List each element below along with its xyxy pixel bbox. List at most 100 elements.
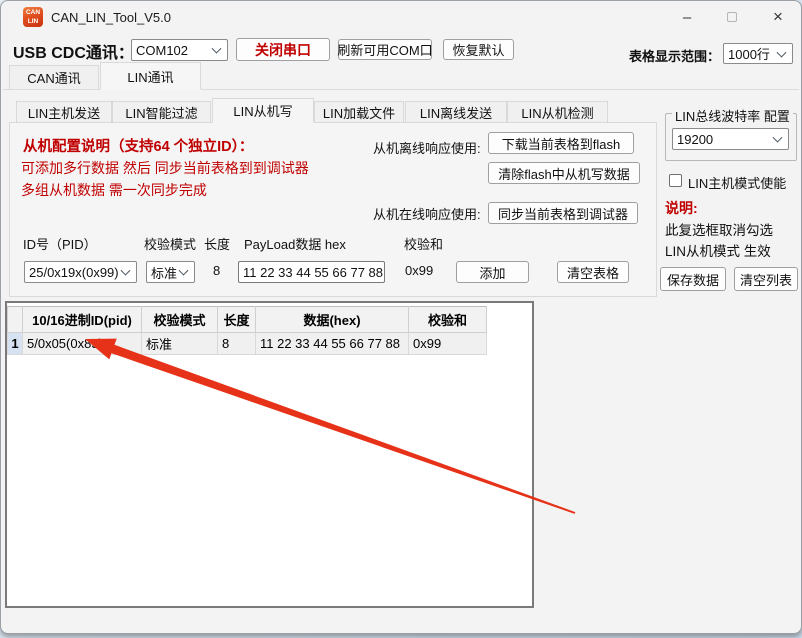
payload-value: 11 22 33 44 55 66 77 88: [243, 265, 383, 280]
subtab-lin-slave-detect[interactable]: LIN从机检测: [507, 101, 608, 123]
cell-length[interactable]: 8: [218, 333, 256, 355]
master-mode-checkbox[interactable]: [669, 174, 682, 187]
table-range-select[interactable]: 1000行: [723, 43, 793, 64]
table-row[interactable]: 1 5/0x05(0x85) 标准 8 11 22 33 44 55 66 77…: [8, 333, 487, 355]
tab-can-comm[interactable]: CAN通讯: [9, 65, 99, 90]
sync-debugger-button[interactable]: 同步当前表格到调试器: [488, 202, 638, 224]
window-title: CAN_LIN_Tool_V5.0: [51, 10, 171, 25]
add-label: 添加: [479, 263, 505, 282]
clear-list-button[interactable]: 清空列表: [734, 267, 798, 291]
minimize-icon: –: [683, 9, 691, 26]
col-header-mode[interactable]: 校验模式: [142, 307, 218, 333]
row-number-header: [8, 307, 23, 333]
id-pid-value: 25/0x19x(0x99): [29, 265, 119, 280]
notice-line3: 多组从机数据 需一次同步完成: [21, 180, 207, 200]
subtab-lin-offline-send[interactable]: LIN离线发送: [405, 101, 507, 123]
subtab-lin-smart-filter[interactable]: LIN智能过滤: [112, 101, 211, 123]
slave-data-table[interactable]: 10/16进制ID(pid) 校验模式 长度 数据(hex) 校验和 1 5/0…: [5, 301, 534, 608]
cell-mode[interactable]: 标准: [142, 333, 218, 355]
subtab-lin-master-send[interactable]: LIN主机发送: [16, 101, 112, 123]
cell-checksum[interactable]: 0x99: [409, 333, 487, 355]
note-line2: LIN从机模式 生效: [665, 240, 771, 260]
subtab-label: LIN从机写: [233, 101, 292, 120]
offline-response-label: 从机离线响应使用:: [373, 138, 481, 157]
subtab-label: LIN智能过滤: [125, 103, 197, 122]
sync-debugger-label: 同步当前表格到调试器: [498, 204, 628, 223]
chevron-down-icon: [212, 44, 222, 54]
subtab-label: LIN离线发送: [420, 103, 492, 122]
refresh-com-label: 刷新可用COM口: [337, 40, 432, 59]
com-port-value: COM102: [136, 43, 188, 58]
chevron-down-icon: [773, 133, 783, 143]
app-logo-line2: LIN: [28, 17, 38, 26]
close-serial-button[interactable]: 关闭串口: [236, 38, 330, 61]
clear-flash-label: 清除flash中从机写数据: [498, 164, 629, 183]
col-header-id[interactable]: 10/16进制ID(pid): [23, 307, 142, 333]
master-mode-label: LIN主机模式使能: [688, 173, 786, 192]
baudrate-value: 19200: [677, 132, 713, 147]
checksum-value: 0x99: [405, 263, 433, 278]
subtab-label: LIN从机检测: [521, 103, 593, 122]
note-title: 说明:: [665, 198, 698, 218]
close-icon: ×: [773, 7, 783, 27]
maximize-button[interactable]: [712, 4, 752, 30]
refresh-com-button[interactable]: 刷新可用COM口: [338, 39, 432, 60]
id-pid-select[interactable]: 25/0x19x(0x99): [24, 261, 137, 283]
tab-can-comm-label: CAN通讯: [27, 68, 80, 87]
online-response-label: 从机在线响应使用:: [373, 204, 481, 223]
notice-line2: 可添加多行数据 然后 同步当前表格到到调试器: [21, 158, 309, 178]
baudrate-select[interactable]: 19200: [672, 128, 789, 150]
clear-list-label: 清空列表: [740, 270, 792, 289]
chevron-down-icon: [179, 266, 189, 276]
minimize-button[interactable]: –: [667, 4, 707, 30]
restore-default-label: 恢复默认: [452, 40, 504, 59]
save-data-button[interactable]: 保存数据: [660, 267, 726, 291]
app-logo-icon: CAN LIN: [23, 7, 43, 27]
row-number-cell: 1: [8, 333, 23, 355]
subtab-lin-load-file[interactable]: LIN加载文件: [314, 101, 404, 123]
title-bar[interactable]: CAN LIN CAN_LIN_Tool_V5.0 – ×: [1, 1, 801, 33]
clear-flash-button[interactable]: 清除flash中从机写数据: [488, 162, 640, 184]
length-label: 长度: [204, 234, 230, 253]
col-header-length[interactable]: 长度: [218, 307, 256, 333]
length-value: 8: [213, 263, 220, 278]
download-flash-button[interactable]: 下载当前表格到flash: [488, 132, 634, 154]
checksum-label: 校验和: [404, 234, 443, 253]
download-flash-label: 下载当前表格到flash: [502, 134, 620, 153]
maximize-icon: [727, 12, 737, 22]
notice-title: 从机配置说明（支持64 个独立ID）：: [23, 135, 253, 156]
clear-table-label: 清空表格: [567, 263, 619, 282]
col-header-checksum[interactable]: 校验和: [409, 307, 487, 333]
table-header-row: 10/16进制ID(pid) 校验模式 长度 数据(hex) 校验和: [8, 307, 487, 333]
subtab-lin-slave-write[interactable]: LIN从机写: [212, 98, 314, 123]
usb-cdc-label: USB CDC通讯：: [13, 39, 134, 63]
table-range-label: 表格显示范围：: [629, 46, 720, 65]
add-button[interactable]: 添加: [456, 261, 529, 283]
tab-lin-comm-label: LIN通讯: [127, 67, 173, 86]
close-button[interactable]: ×: [758, 4, 798, 30]
subtab-label: LIN加载文件: [323, 103, 395, 122]
table-range-value: 1000行: [728, 44, 770, 63]
com-port-select[interactable]: COM102: [131, 39, 228, 61]
payload-input[interactable]: 11 22 33 44 55 66 77 88: [238, 261, 385, 283]
cell-id[interactable]: 5/0x05(0x85): [23, 333, 142, 355]
cell-data[interactable]: 11 22 33 44 55 66 77 88: [256, 333, 409, 355]
save-data-label: 保存数据: [667, 270, 719, 289]
chevron-down-icon: [777, 47, 787, 57]
id-pid-label: ID号（PID）: [23, 234, 97, 253]
check-mode-select[interactable]: 标准: [146, 261, 195, 283]
note-line1: 此复选框取消勾选: [665, 219, 773, 239]
app-window: CAN LIN CAN_LIN_Tool_V5.0 – × USB CDC通讯：…: [0, 0, 802, 634]
restore-default-button[interactable]: 恢复默认: [443, 39, 514, 60]
chevron-down-icon: [121, 266, 131, 276]
app-logo-line1: CAN: [26, 8, 40, 17]
check-mode-value: 标准: [151, 263, 177, 282]
payload-label: PayLoad数据 hex: [244, 234, 346, 253]
col-header-data[interactable]: 数据(hex): [256, 307, 409, 333]
baudrate-group-title: LIN总线波特率 配置: [672, 106, 793, 125]
clear-table-button[interactable]: 清空表格: [557, 261, 629, 283]
tab-lin-comm[interactable]: LIN通讯: [100, 62, 201, 90]
close-serial-label: 关闭串口: [255, 40, 311, 60]
check-mode-label: 校验模式: [144, 234, 196, 253]
subtab-label: LIN主机发送: [28, 103, 100, 122]
